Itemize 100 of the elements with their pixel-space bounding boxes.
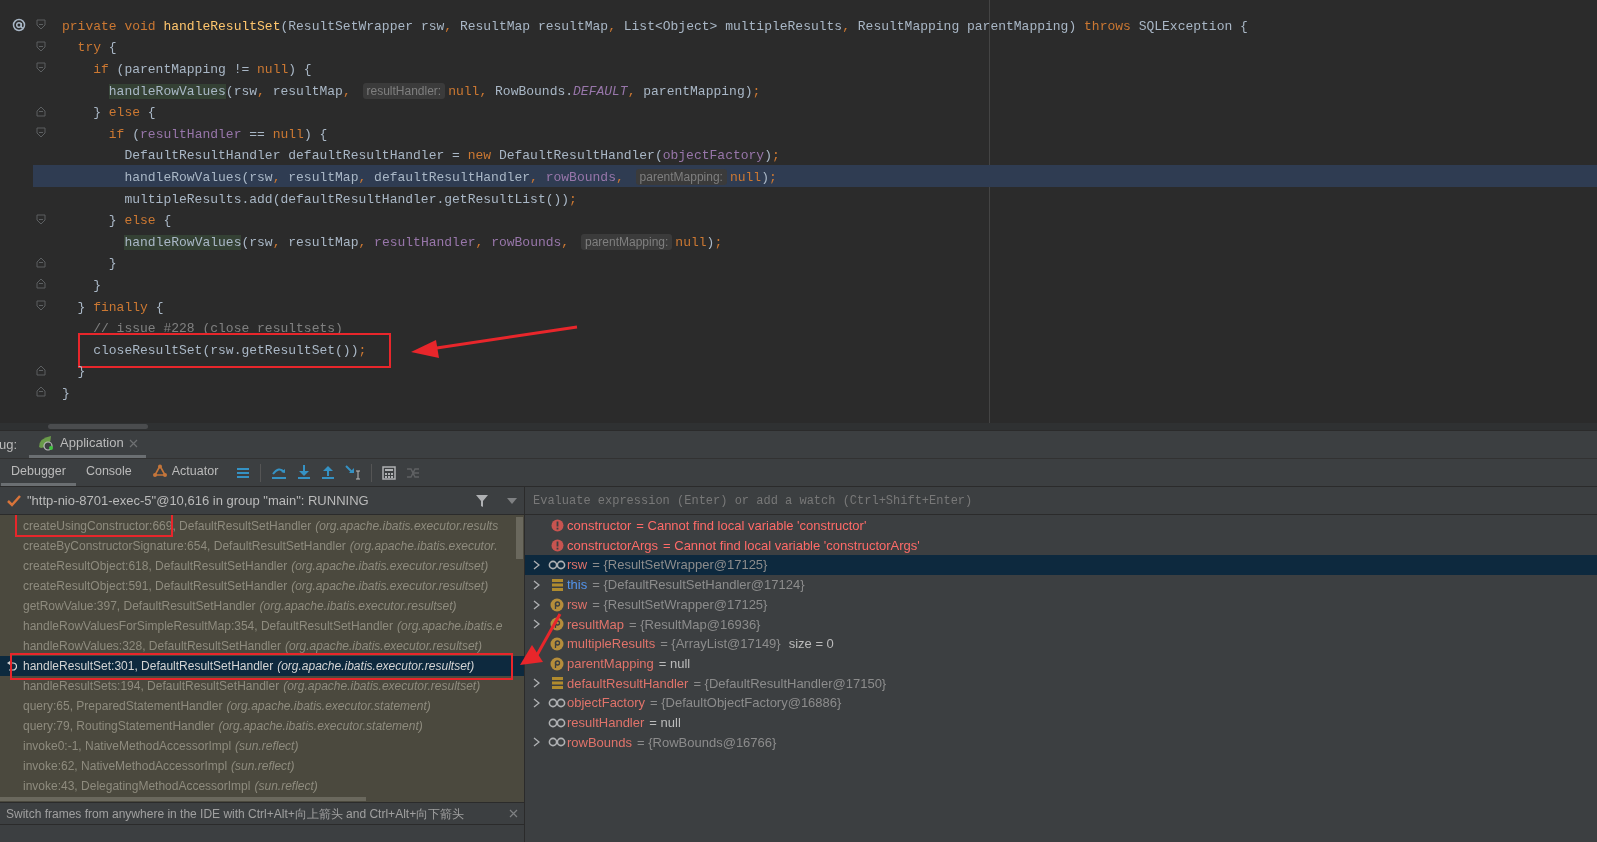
code-line: if (parentMapping != null) { <box>92 62 312 77</box>
step-into-icon[interactable] <box>297 465 312 480</box>
stack-icon <box>550 677 564 690</box>
spring-leaf-icon <box>37 435 56 451</box>
parameter-icon <box>550 617 564 632</box>
fold-marker-icon[interactable] <box>35 105 46 117</box>
variable-name: rsw <box>567 556 588 575</box>
check-icon <box>7 494 21 507</box>
stack-frame[interactable]: handleRowValues:328, DefaultResultSetHandler (org.apache.ibatis.executor.resultset) <box>0 636 524 656</box>
fold-marker-icon[interactable] <box>35 300 46 311</box>
fold-marker-icon[interactable] <box>35 364 46 376</box>
variable-name: rowBounds <box>567 733 633 752</box>
filter-icon[interactable] <box>475 493 489 508</box>
glasses-icon <box>548 698 566 709</box>
evaluate-expression-field[interactable]: Evaluate expression (Enter) or add a watch (Ctrl+Shift+Enter) <box>533 491 1589 510</box>
variable-value: = {ResultMap@16936} <box>629 615 761 634</box>
hint-text: Switch frames from anywhere in the IDE with Ctrl+Alt+向上箭头 and Ctrl+Alt+向下箭头 <box>6 805 465 823</box>
tab[interactable]: Console <box>75 459 142 486</box>
expand-chevron-icon[interactable] <box>533 619 540 630</box>
code-line: try { <box>76 40 117 56</box>
stack-frame[interactable]: createResultObject:618, DefaultResultSetHandler (org.apache.ibatis.executor.resultset) <box>0 556 524 576</box>
glasses-icon <box>548 717 566 728</box>
stack-frame[interactable]: invoke:62, NativeMethodAccessorImpl (sun.reflect) <box>0 756 524 776</box>
stack-frame[interactable]: createByConstructorSignature:654, DefaultResultSetHandler (org.apache.ibatis.executor. <box>0 536 524 556</box>
scrollbar-thumb[interactable] <box>48 424 148 429</box>
stack-frame[interactable]: handleRowValuesForSimpleResultMap:354, DefaultResultSetHandler (org.apache.ibatis.e <box>0 616 524 636</box>
variable-name: constructorArgs <box>567 536 659 555</box>
panel-title: ug: <box>0 435 18 454</box>
frames-list-icon[interactable] <box>236 466 251 479</box>
variable-value: = null <box>658 654 691 673</box>
code-line: handleRowValues(rsw, resultMap, defaultResultHandler, rowBounds, parentMapping: null); <box>123 169 777 185</box>
variable-name: this <box>567 576 588 595</box>
fold-marker-icon[interactable] <box>35 62 46 74</box>
variable-value: = {DefaultObjectFactory@16886} <box>650 694 842 713</box>
fold-marker-icon[interactable] <box>35 278 46 290</box>
variable-value: = {ArrayList@17149} <box>660 635 781 654</box>
stack-frame[interactable]: query:65, PreparedStatementHandler (org.apache.ibatis.executor.statement) <box>0 696 524 716</box>
scrollbar-thumb[interactable] <box>516 517 523 559</box>
run-to-cursor-icon[interactable] <box>345 465 362 480</box>
fold-marker-icon[interactable] <box>35 127 46 139</box>
fold-marker-icon[interactable] <box>35 256 46 268</box>
stack-frame[interactable]: invoke0:-1, NativeMethodAccessorImpl (sun.reflect) <box>0 736 524 756</box>
code-line: closeResultSet(rsw.getResultSet()); <box>92 342 367 358</box>
trace-icon[interactable] <box>406 466 421 479</box>
close-icon[interactable] <box>128 438 138 448</box>
variable-value: = Cannot find local variable 'constructorArgs' <box>663 536 920 555</box>
tab[interactable]: Actuator <box>141 459 229 486</box>
stack-frame[interactable]: getRowValue:397, DefaultResultSetHandler (org.apache.ibatis.executor.resultset) <box>0 596 524 616</box>
fold-marker-icon[interactable] <box>35 386 46 398</box>
variable-value: = {RowBounds@16766} <box>637 733 777 752</box>
error-icon <box>550 539 564 553</box>
fold-marker-icon[interactable] <box>35 19 46 31</box>
expand-chevron-icon[interactable] <box>533 678 540 689</box>
variable-name: resultMap <box>567 615 625 634</box>
variable-name: parentMapping <box>567 654 654 673</box>
close-icon[interactable] <box>509 809 518 818</box>
glasses-icon <box>548 737 566 748</box>
code-line: private void handleResultSet(ResultSetWrapper rsw, ResultMap resultMap, List<Object> multipleResults, ResultMapping parentMapping) throws SQLException { <box>62 18 1248 34</box>
fold-marker-icon[interactable] <box>35 213 46 225</box>
expand-chevron-icon[interactable] <box>533 698 540 709</box>
stack-icon <box>550 578 564 591</box>
expand-chevron-icon[interactable] <box>533 560 540 571</box>
step-over-icon[interactable] <box>271 465 288 480</box>
code-line: } finally { <box>76 299 164 315</box>
variable-name: constructor <box>567 517 632 536</box>
variable-name: resultHandler <box>567 713 645 732</box>
code-line: } <box>92 277 101 293</box>
code-line: handleRowValues(rsw, resultMap, resultHandler, rowBounds, parentMapping: null); <box>123 234 723 250</box>
stack-frame[interactable]: query:79, RoutingStatementHandler (org.apache.ibatis.executor.statement) <box>0 716 524 736</box>
error-icon <box>550 519 564 533</box>
code-line: } else { <box>107 213 172 229</box>
code-line: } <box>62 385 70 401</box>
code-line: } else { <box>92 105 156 121</box>
expand-chevron-icon[interactable] <box>533 599 540 610</box>
parameter-icon <box>550 656 564 671</box>
stack-frame[interactable]: invoke:43, DelegatingMethodAccessorImpl (sun.reflect) <box>0 776 524 796</box>
return-icon <box>6 661 17 672</box>
fold-marker-icon[interactable] <box>35 40 46 52</box>
expand-chevron-icon[interactable] <box>533 737 540 748</box>
scrollbar-thumb[interactable] <box>0 797 366 801</box>
step-out-icon[interactable] <box>321 465 336 480</box>
variable-name: objectFactory <box>567 694 646 713</box>
variable-name: multipleResults <box>567 635 656 654</box>
expand-chevron-icon[interactable] <box>533 579 540 590</box>
variable-value: = {DefaultResultHandler@17150} <box>693 674 887 693</box>
code-line: handleRowValues(rsw, resultMap, resultHandler: null, RowBounds.DEFAULT, parentMapping); <box>107 83 761 99</box>
code-line: } <box>107 256 117 272</box>
variable-name: rsw <box>567 595 588 614</box>
code-line: multipleResults.add(defaultResultHandler.getResultList()); <box>123 191 577 207</box>
calculator-icon[interactable] <box>382 465 397 480</box>
variable-value: = null <box>649 713 681 732</box>
variable-value: = {ResultSetWrapper@17125} <box>592 556 768 575</box>
dropdown-caret-icon[interactable] <box>507 497 517 504</box>
stack-frame[interactable]: createResultObject:591, DefaultResultSetHandler (org.apache.ibatis.executor.resultset) <box>0 576 524 596</box>
variable-extra: size = 0 <box>788 635 834 654</box>
thread-selector[interactable]: "http-nio-8701-exec-5"@10,616 in group "main": RUNNING <box>27 490 369 511</box>
stack-frame[interactable]: handleResultSets:194, DefaultResultSetHandler (org.apache.ibatis.executor.resultset) <box>0 676 524 696</box>
code-line: DefaultResultHandler defaultResultHandler = new DefaultResultHandler(objectFactory); <box>123 148 780 164</box>
overriding-method-icon[interactable] <box>12 17 26 32</box>
selected-row-highlight[interactable]: rsw = {ResultSetWrapper@17125} <box>525 555 1597 576</box>
